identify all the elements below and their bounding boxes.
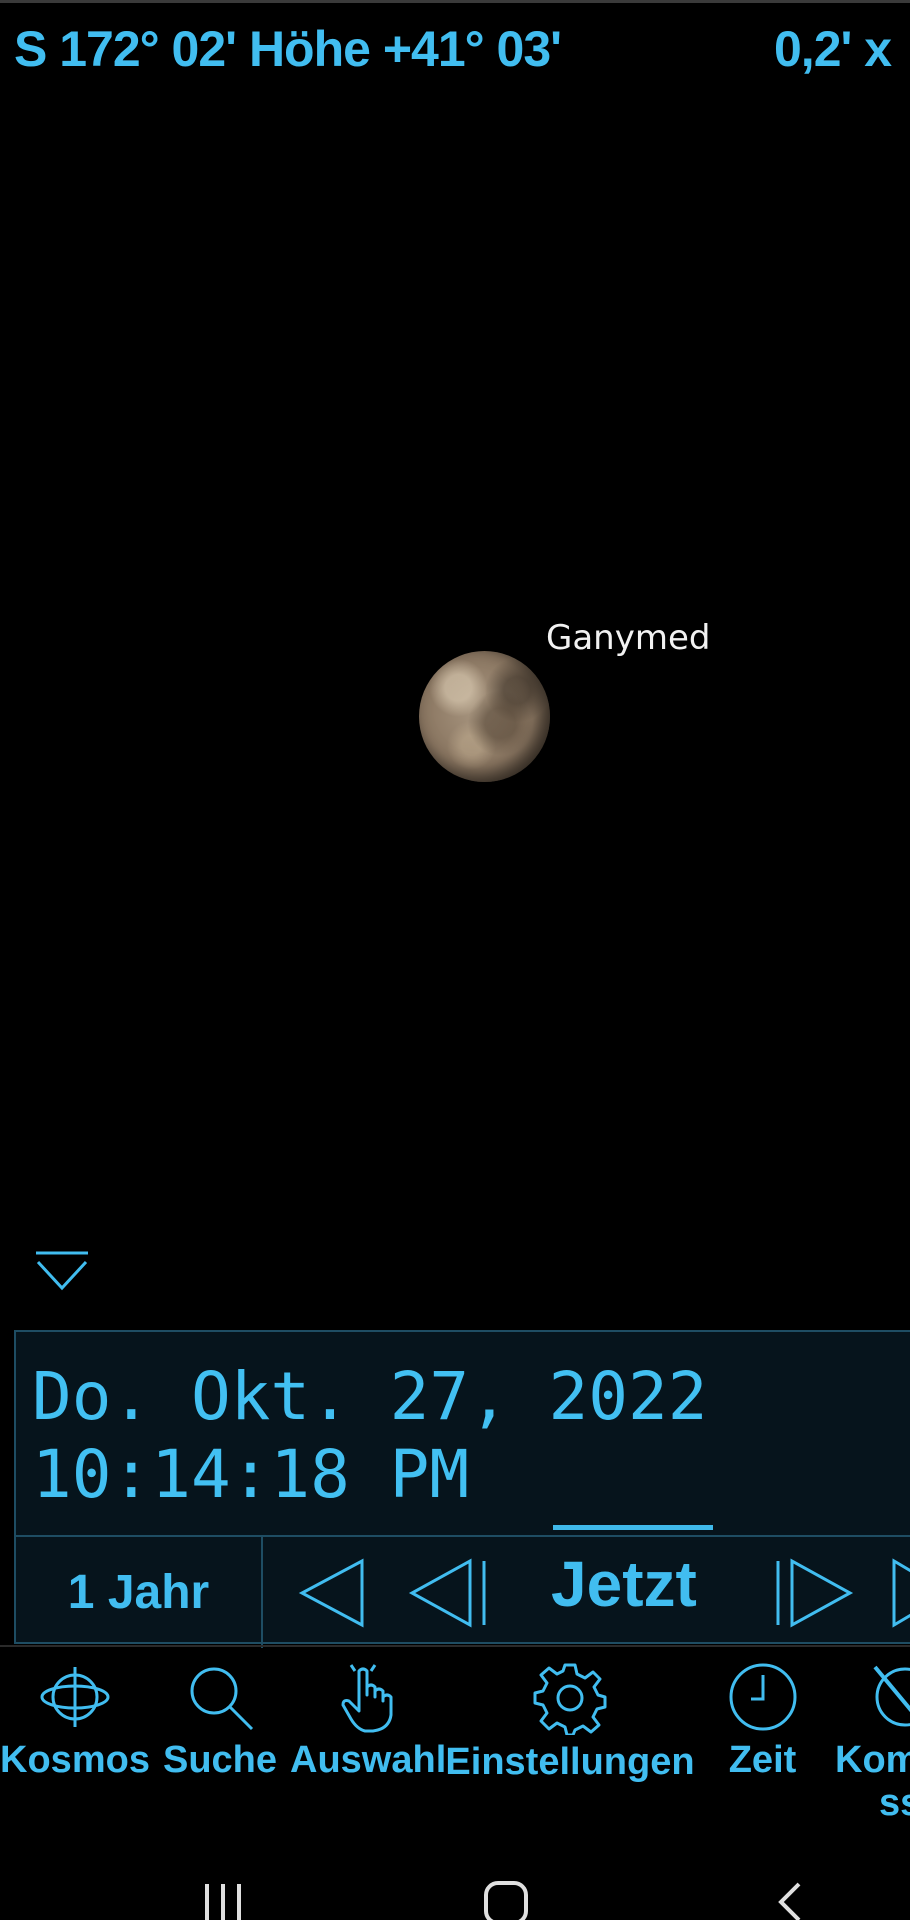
heading-readout: S 172° 02' Höhe +41° 03' — [14, 21, 562, 77]
nav-item-einstellungen[interactable]: Einstellungen — [440, 1647, 700, 1784]
gear-icon — [533, 1663, 607, 1735]
system-navigation-bar — [0, 1850, 910, 1920]
nav-label-kompass: Kom — [835, 1739, 910, 1781]
time-panel: Do. Okt. 27, 2022 10:14:18 PM 1 Jahr Jet… — [14, 1330, 910, 1648]
nav-item-auswahl[interactable]: Auswahl — [290, 1647, 447, 1782]
home-icon[interactable] — [483, 1880, 529, 1920]
nav-label-suche: Suche — [162, 1739, 278, 1781]
nav-item-kompass[interactable]: Kom ss — [825, 1647, 910, 1825]
search-icon — [190, 1667, 254, 1731]
chevron-down-icon — [36, 1251, 88, 1291]
time-display[interactable]: 10:14:18 PM — [32, 1436, 469, 1513]
back-icon[interactable] — [775, 1880, 805, 1920]
collapse-panel-button[interactable] — [34, 1250, 90, 1296]
nav-item-suche[interactable]: Suche — [150, 1647, 290, 1782]
ganymede-moon[interactable] — [419, 651, 550, 782]
status-bar: S 172° 02' Höhe +41° 03' 0,2' x — [14, 20, 910, 80]
nav-label-auswahl: Auswahl — [290, 1739, 447, 1781]
fast-rewind-icon[interactable] — [296, 1557, 368, 1629]
compass-icon — [873, 1665, 910, 1727]
nav-label-zeit: Zeit — [728, 1739, 797, 1781]
clock-icon — [729, 1663, 796, 1731]
nav-item-kosmos[interactable]: Kosmos — [0, 1647, 150, 1782]
date-display[interactable]: Do. Okt. 27, 2022 — [32, 1358, 708, 1435]
nav-label-kompass-line2: ss — [879, 1782, 910, 1824]
bottom-navigation: Kosmos Suche Auswahl Einstellungen Zeit — [0, 1645, 910, 1847]
top-divider — [0, 0, 910, 3]
time-step-button[interactable]: 1 Jahr — [16, 1537, 263, 1648]
step-forward-icon[interactable] — [772, 1557, 854, 1629]
nav-item-zeit[interactable]: Zeit — [700, 1647, 825, 1782]
step-back-icon[interactable] — [408, 1557, 490, 1629]
time-controls: 1 Jahr Jetzt — [16, 1535, 910, 1648]
fast-forward-icon[interactable] — [888, 1557, 910, 1629]
selected-field-underline — [553, 1525, 713, 1530]
nav-label-einstellungen: Einstellungen — [445, 1741, 695, 1783]
recent-apps-icon[interactable] — [203, 1882, 245, 1920]
nav-label-kosmos: Kosmos — [0, 1739, 150, 1781]
now-button[interactable]: Jetzt — [551, 1547, 697, 1621]
hand-pointer-icon — [341, 1664, 393, 1733]
object-label: Ganymed — [546, 618, 711, 658]
orbit-icon — [40, 1667, 110, 1727]
zoom-readout[interactable]: 0,2' x — [774, 20, 892, 78]
